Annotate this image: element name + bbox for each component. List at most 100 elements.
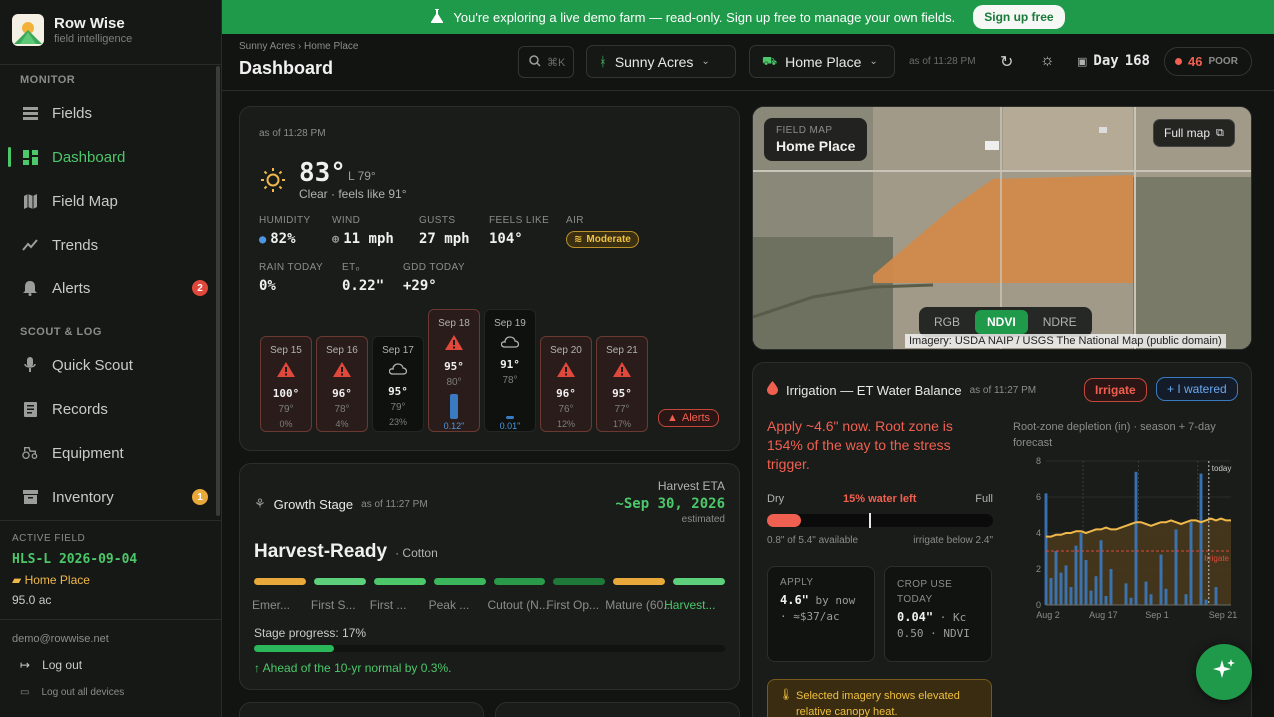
sidebar-item-equipment[interactable]: Equipment xyxy=(8,435,208,471)
metric-feels-like: FEELS LIKE 104° xyxy=(489,215,549,247)
calendar-icon: ▣ xyxy=(1077,55,1088,68)
breadcrumb[interactable]: Sunny Acres › Home Place xyxy=(239,41,359,52)
sidebar-item-label: Quick Scout xyxy=(52,356,133,374)
metric-rain-today: RAIN TODAY 0% xyxy=(259,262,323,294)
stage-segment xyxy=(613,578,666,585)
sidebar-item-alerts[interactable]: Alerts 2 xyxy=(8,270,208,306)
mode-rgb[interactable]: RGB xyxy=(922,310,972,334)
theme-toggle-icon[interactable]: ☼ xyxy=(1040,52,1055,70)
sidebar-item-records[interactable]: Records xyxy=(8,391,208,427)
crop-use-text: 0.04" · Kc 0.50 · NDVI xyxy=(897,609,979,642)
rain-bar xyxy=(1109,569,1113,605)
metric-value: 0% xyxy=(259,278,276,294)
assistant-fab[interactable] xyxy=(1196,644,1252,700)
forecast-day[interactable]: Sep 18 95° 80° 0.12" xyxy=(428,309,480,432)
forecast-day[interactable]: Sep 15 100° 79° 0% xyxy=(260,336,312,432)
compass-icon: ⊕ xyxy=(332,232,340,246)
active-field[interactable]: ACTIVE FIELD HLS-L 2026-09-04 ▰ Home Pla… xyxy=(12,533,137,607)
forecast-high: 95° xyxy=(612,387,632,400)
brand[interactable]: Row Wise field intelligence xyxy=(12,14,132,46)
active-field-acres: 95.0 ac xyxy=(12,593,52,607)
air-quality-badge[interactable]: 46 POOR xyxy=(1164,47,1252,76)
air-quality-pill: ≋ Moderate xyxy=(566,231,639,248)
apply-box: APPLY 4.6" by now · ≈$37/ac xyxy=(767,566,875,662)
stage-label: Harvest... xyxy=(664,598,716,612)
forecast-day[interactable]: Sep 19 91° 78° 0.01" xyxy=(484,309,536,432)
sidebar-item-inventory[interactable]: Inventory 1 xyxy=(8,479,208,515)
imagery-mode-toggle[interactable]: RGB NDVI NDRE xyxy=(919,307,1092,337)
droplet-icon xyxy=(767,381,778,400)
page-title: Dashboard xyxy=(239,58,334,78)
y-tick-label: 2 xyxy=(1036,564,1041,574)
sidebar-item-label: Trends xyxy=(52,236,99,254)
metric-gdd: GDD TODAY +29° xyxy=(403,262,465,294)
apply-label: APPLY xyxy=(780,577,814,588)
low-temp: L 79° xyxy=(348,169,376,183)
i-watered-button[interactable]: + I watered xyxy=(1156,377,1238,401)
logout-all-button[interactable]: ▭ Log out all devices xyxy=(20,687,124,698)
stage-name: Harvest-Ready xyxy=(254,541,388,562)
stage-segment xyxy=(373,578,426,585)
forecast-day[interactable]: Sep 16 96° 78° 4% xyxy=(316,336,368,432)
mode-ndvi[interactable]: NDVI xyxy=(975,310,1028,334)
forecast-high: 95° xyxy=(444,360,464,373)
eta-label: Harvest ETA xyxy=(657,479,725,493)
metric-value: +29° xyxy=(403,278,437,294)
crop-name: · Cotton xyxy=(395,546,438,560)
rain-bar xyxy=(1159,554,1163,605)
sidebar-item-label: Fields xyxy=(52,104,93,122)
refresh-icon[interactable]: ↻ xyxy=(1000,52,1013,72)
weather-desc: Clear · feels like 91° xyxy=(299,187,407,201)
section-scout: SCOUT & LOG xyxy=(20,326,102,338)
rain-bar xyxy=(1084,560,1088,605)
rain-bar xyxy=(1089,590,1093,605)
stage-label: First Op... xyxy=(546,598,600,612)
forecast-low: 79° xyxy=(278,404,294,415)
sidebar-item-fields[interactable]: Fields xyxy=(8,95,208,131)
forecast-high: 91° xyxy=(500,358,520,371)
forecast-date: Sep 21 xyxy=(606,345,638,356)
growth-header: ⚘ Growth Stage as of 11:27 PM xyxy=(254,496,428,512)
sidebar-item-quick-scout[interactable]: Quick Scout xyxy=(8,347,208,383)
list-icon xyxy=(22,105,38,121)
sidebar-scrollbar[interactable] xyxy=(216,66,220,516)
full-map-label: Full map xyxy=(1164,126,1211,140)
forecast-high: 100° xyxy=(272,387,300,400)
crop-use-value: 0.04" xyxy=(897,610,934,624)
sidebar-item-dashboard[interactable]: Dashboard xyxy=(8,139,208,175)
rain-bar xyxy=(1144,581,1148,605)
full-label: Full xyxy=(975,493,993,505)
search-button[interactable]: ⌘K xyxy=(518,46,574,78)
forecast-day[interactable]: Sep 21 95° 77° 17% xyxy=(596,336,648,432)
logout-label: Log out xyxy=(42,658,83,672)
imagery-credit: Imagery: USDA NAIP / USGS The National M… xyxy=(905,334,1226,348)
forecast-day[interactable]: Sep 20 96° 76° 12% xyxy=(540,336,592,432)
trend-icon xyxy=(22,237,38,253)
metric-air: AIR ≋ Moderate xyxy=(566,215,639,248)
mode-ndre[interactable]: NDRE xyxy=(1031,310,1089,334)
water-scale: Dry 15% water left Full xyxy=(767,493,993,505)
warning-text: Selected imagery shows elevated relative… xyxy=(796,690,960,717)
stage-label: Emer... xyxy=(252,598,291,612)
logout-button[interactable]: ↦ Log out xyxy=(20,658,82,672)
field-map-card[interactable]: FIELD MAP Home Place Full map ⧉ RGB NDVI… xyxy=(752,106,1252,350)
day-indicator: ▣ Day 168 xyxy=(1077,53,1150,69)
sidebar-item-label: Inventory xyxy=(52,488,114,506)
rain-bar xyxy=(1134,471,1138,605)
field-select[interactable]: ⛟ Home Place ⌄ xyxy=(749,45,895,78)
full-map-button[interactable]: Full map ⧉ xyxy=(1153,119,1235,147)
irrigation-card: Irrigation — ET Water Balance as of 11:2… xyxy=(752,362,1252,717)
signup-button[interactable]: Sign up free xyxy=(973,5,1065,29)
forecast-day[interactable]: Sep 17 95° 79° 23% xyxy=(372,336,424,432)
stage-label: Mature (60... xyxy=(605,598,674,612)
sidebar-item-trends[interactable]: Trends xyxy=(8,227,208,263)
forecast-low: 76° xyxy=(558,404,574,415)
depletion-chart[interactable]: 0 2 4 6 8 Irrigate today Aug 2 Aug 17 Sep 1 Sep 21 xyxy=(1009,453,1241,631)
thermometer-icon: 🌡︎ xyxy=(779,689,793,701)
forecast-precip: 17% xyxy=(612,419,631,429)
warning-icon: ▲ xyxy=(667,412,678,424)
alerts-button[interactable]: ▲ Alerts xyxy=(658,409,720,427)
sidebar-item-field-map[interactable]: Field Map xyxy=(8,183,208,219)
rain-bar xyxy=(1184,594,1188,605)
farm-select[interactable]: ᚼ Sunny Acres ⌄ xyxy=(586,45,736,78)
